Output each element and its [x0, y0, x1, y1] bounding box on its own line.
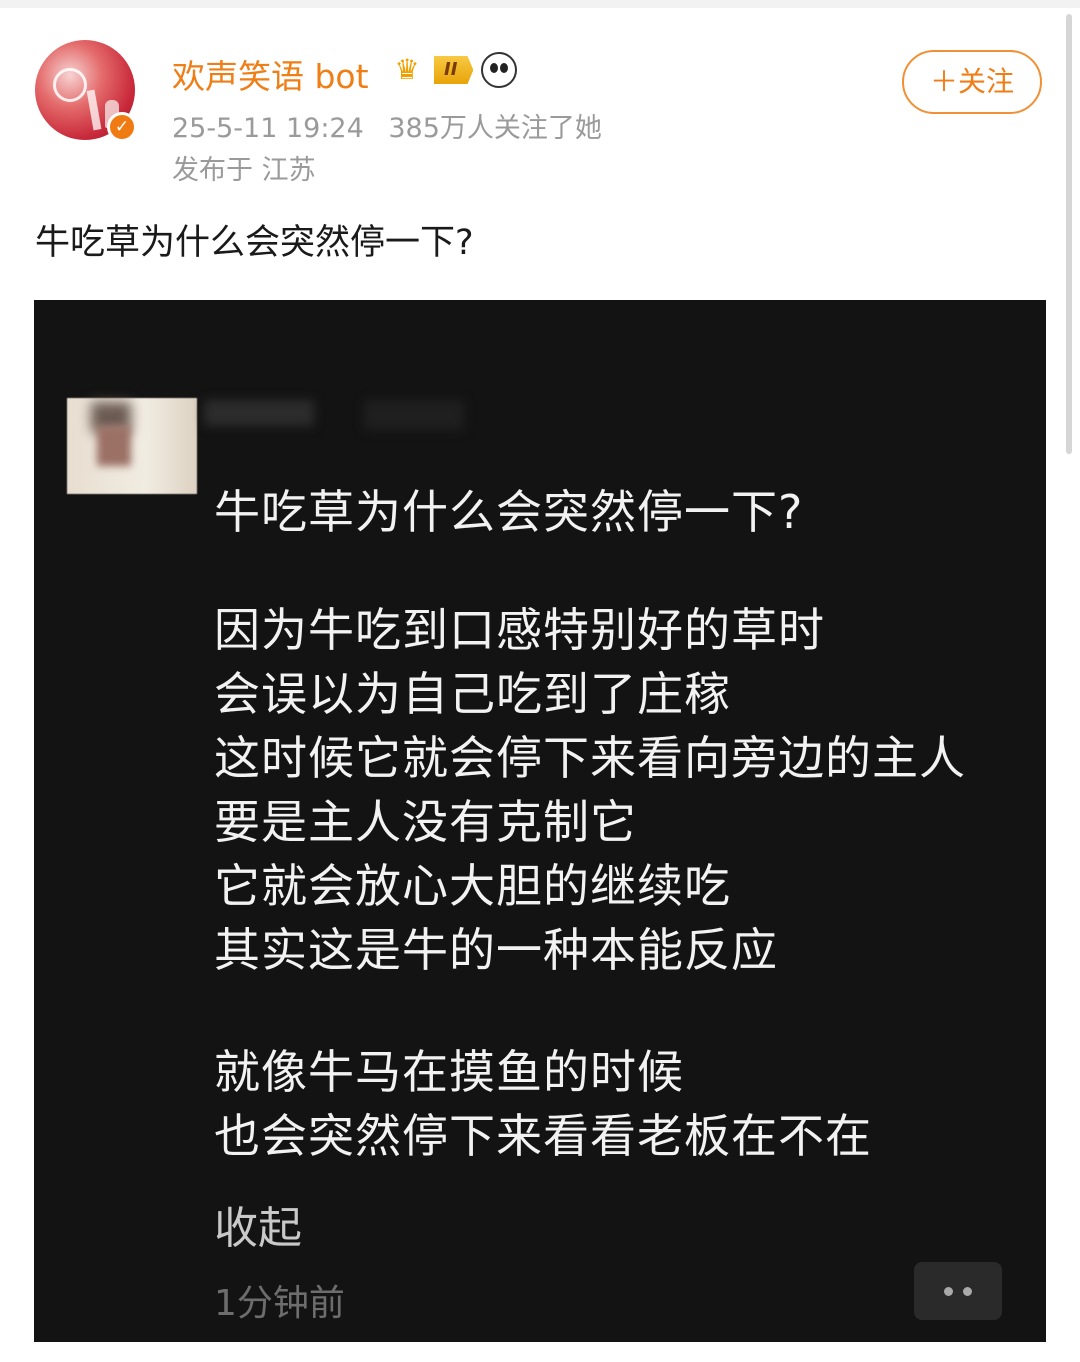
answer-line: 要是主人没有克制它 [214, 795, 637, 849]
screenshot-question: 牛吃草为什么会突然停一下? [214, 485, 804, 539]
post-location: 发布于 江苏 [172, 155, 316, 186]
author-name[interactable]: 欢声笑语 bot [172, 50, 369, 98]
crown-icon: ♛ [394, 53, 420, 86]
answer-line: 会误以为自己吃到了庄稼 [214, 667, 731, 721]
answer-line: 其实这是牛的一种本能反应 [214, 923, 778, 977]
joke-line: 就像牛马在摸鱼的时候 [214, 1045, 684, 1099]
panda-icon[interactable] [481, 52, 518, 88]
screenshot-joke: 就像牛马在摸鱼的时候 也会突然停下来看看老板在不在 [214, 1040, 872, 1168]
follow-button[interactable]: ＋关注 [902, 50, 1042, 114]
joke-line: 也会突然停下来看看老板在不在 [214, 1109, 872, 1163]
follower-count: 385万人关注了她 [388, 113, 602, 144]
post-text: 牛吃草为什么会突然停一下? [35, 223, 474, 263]
blurred-avatar [67, 398, 197, 494]
post-date: 25-5-11 19:24 [172, 113, 364, 144]
top-divider [0, 0, 1080, 8]
answer-line: 因为牛吃到口感特别好的草时 [214, 603, 825, 657]
author-avatar[interactable]: ✓ [35, 40, 139, 144]
post-image[interactable]: 牛吃草为什么会突然停一下? 因为牛吃到口感特别好的草时 会误以为自己吃到了庄稼 … [34, 300, 1046, 1342]
blurred-username-extra [364, 400, 464, 430]
more-dots-icon[interactable] [914, 1262, 1002, 1320]
collapse-link[interactable]: 收起 [214, 1192, 302, 1256]
author-badges: ♛ II [388, 50, 518, 90]
answer-line: 这时候它就会停下来看向旁边的主人 [214, 731, 966, 785]
answer-line: 它就会放心大胆的继续吃 [214, 859, 731, 913]
scrollbar[interactable] [1066, 14, 1072, 454]
post-meta: 25-5-11 19:24 385万人关注了她 [172, 106, 618, 145]
blurred-username [204, 400, 314, 426]
verified-badge-icon: ✓ [107, 112, 137, 142]
comment-time: 1分钟前 [214, 1283, 345, 1324]
level-badge[interactable]: II [434, 56, 474, 84]
screenshot-answer: 因为牛吃到口感特别好的草时 会误以为自己吃到了庄稼 这时候它就会停下来看向旁边的… [214, 598, 966, 982]
